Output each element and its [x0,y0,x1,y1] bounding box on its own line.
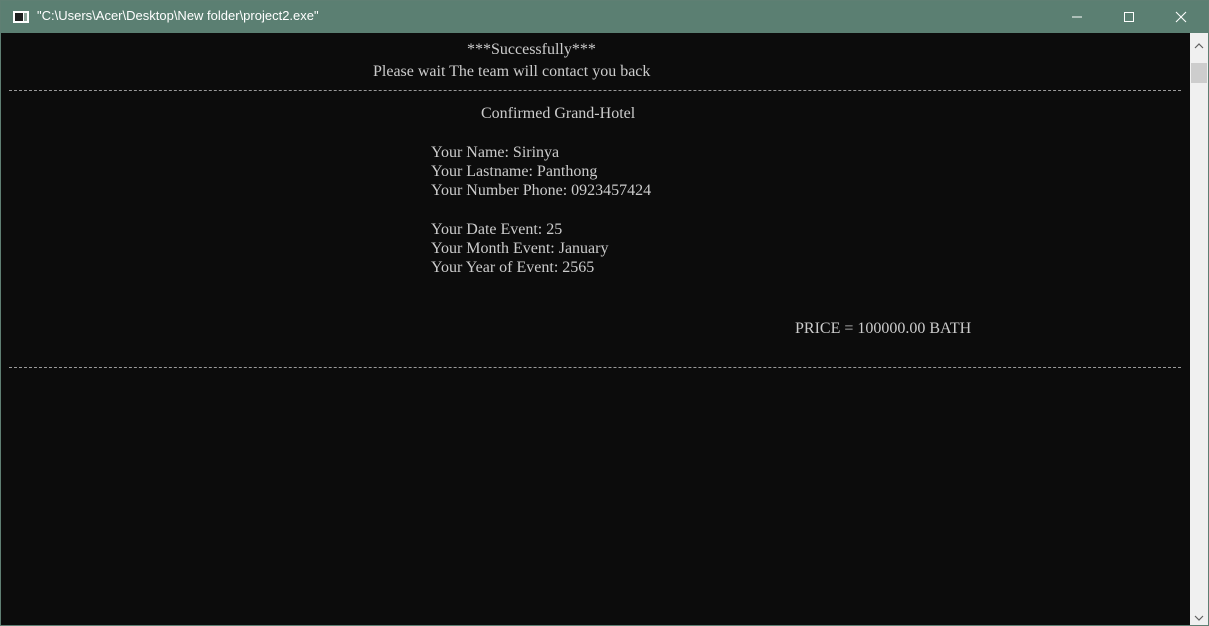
event-date-line: Your Date Event: 25 [431,221,563,238]
bottom-divider [9,367,1181,368]
vertical-scrollbar[interactable] [1190,33,1208,625]
close-icon [1175,11,1187,23]
scroll-thumb[interactable] [1191,63,1207,83]
event-year-line: Your Year of Event: 2565 [431,259,595,276]
chevron-up-icon [1194,43,1204,49]
console-window: "C:\Users\Acer\Desktop\New folder\projec… [0,0,1209,626]
scroll-up-button[interactable] [1190,37,1208,55]
confirmation-title: Confirmed Grand-Hotel [481,105,636,122]
contact-message: Please wait The team will contact you ba… [373,63,651,80]
customer-lastname-line: Your Lastname: Panthong [431,163,598,180]
top-divider [9,90,1181,91]
window-title: "C:\Users\Acer\Desktop\New folder\projec… [37,8,319,23]
console-app-icon-pane [15,13,23,21]
console-app-icon-bar [24,13,27,21]
console-app-icon[interactable] [13,11,29,23]
customer-name-line: Your Name: Sirinya [431,144,560,161]
minimize-icon [1072,16,1082,18]
event-month-line: Your Month Event: January [431,240,609,257]
console-output[interactable]: ***Successfully*** Please wait The team … [1,33,1191,625]
success-message: ***Successfully*** [467,41,596,58]
scroll-down-button[interactable] [1190,609,1208,625]
minimize-button[interactable] [1051,1,1103,33]
maximize-button[interactable] [1103,1,1155,33]
title-bar[interactable]: "C:\Users\Acer\Desktop\New folder\projec… [1,1,1208,33]
customer-phone-line: Your Number Phone: 0923457424 [431,182,652,199]
price-line: PRICE = 100000.00 BATH [795,320,972,337]
close-button[interactable] [1155,1,1207,33]
maximize-icon [1124,12,1134,22]
chevron-down-icon [1194,615,1204,621]
